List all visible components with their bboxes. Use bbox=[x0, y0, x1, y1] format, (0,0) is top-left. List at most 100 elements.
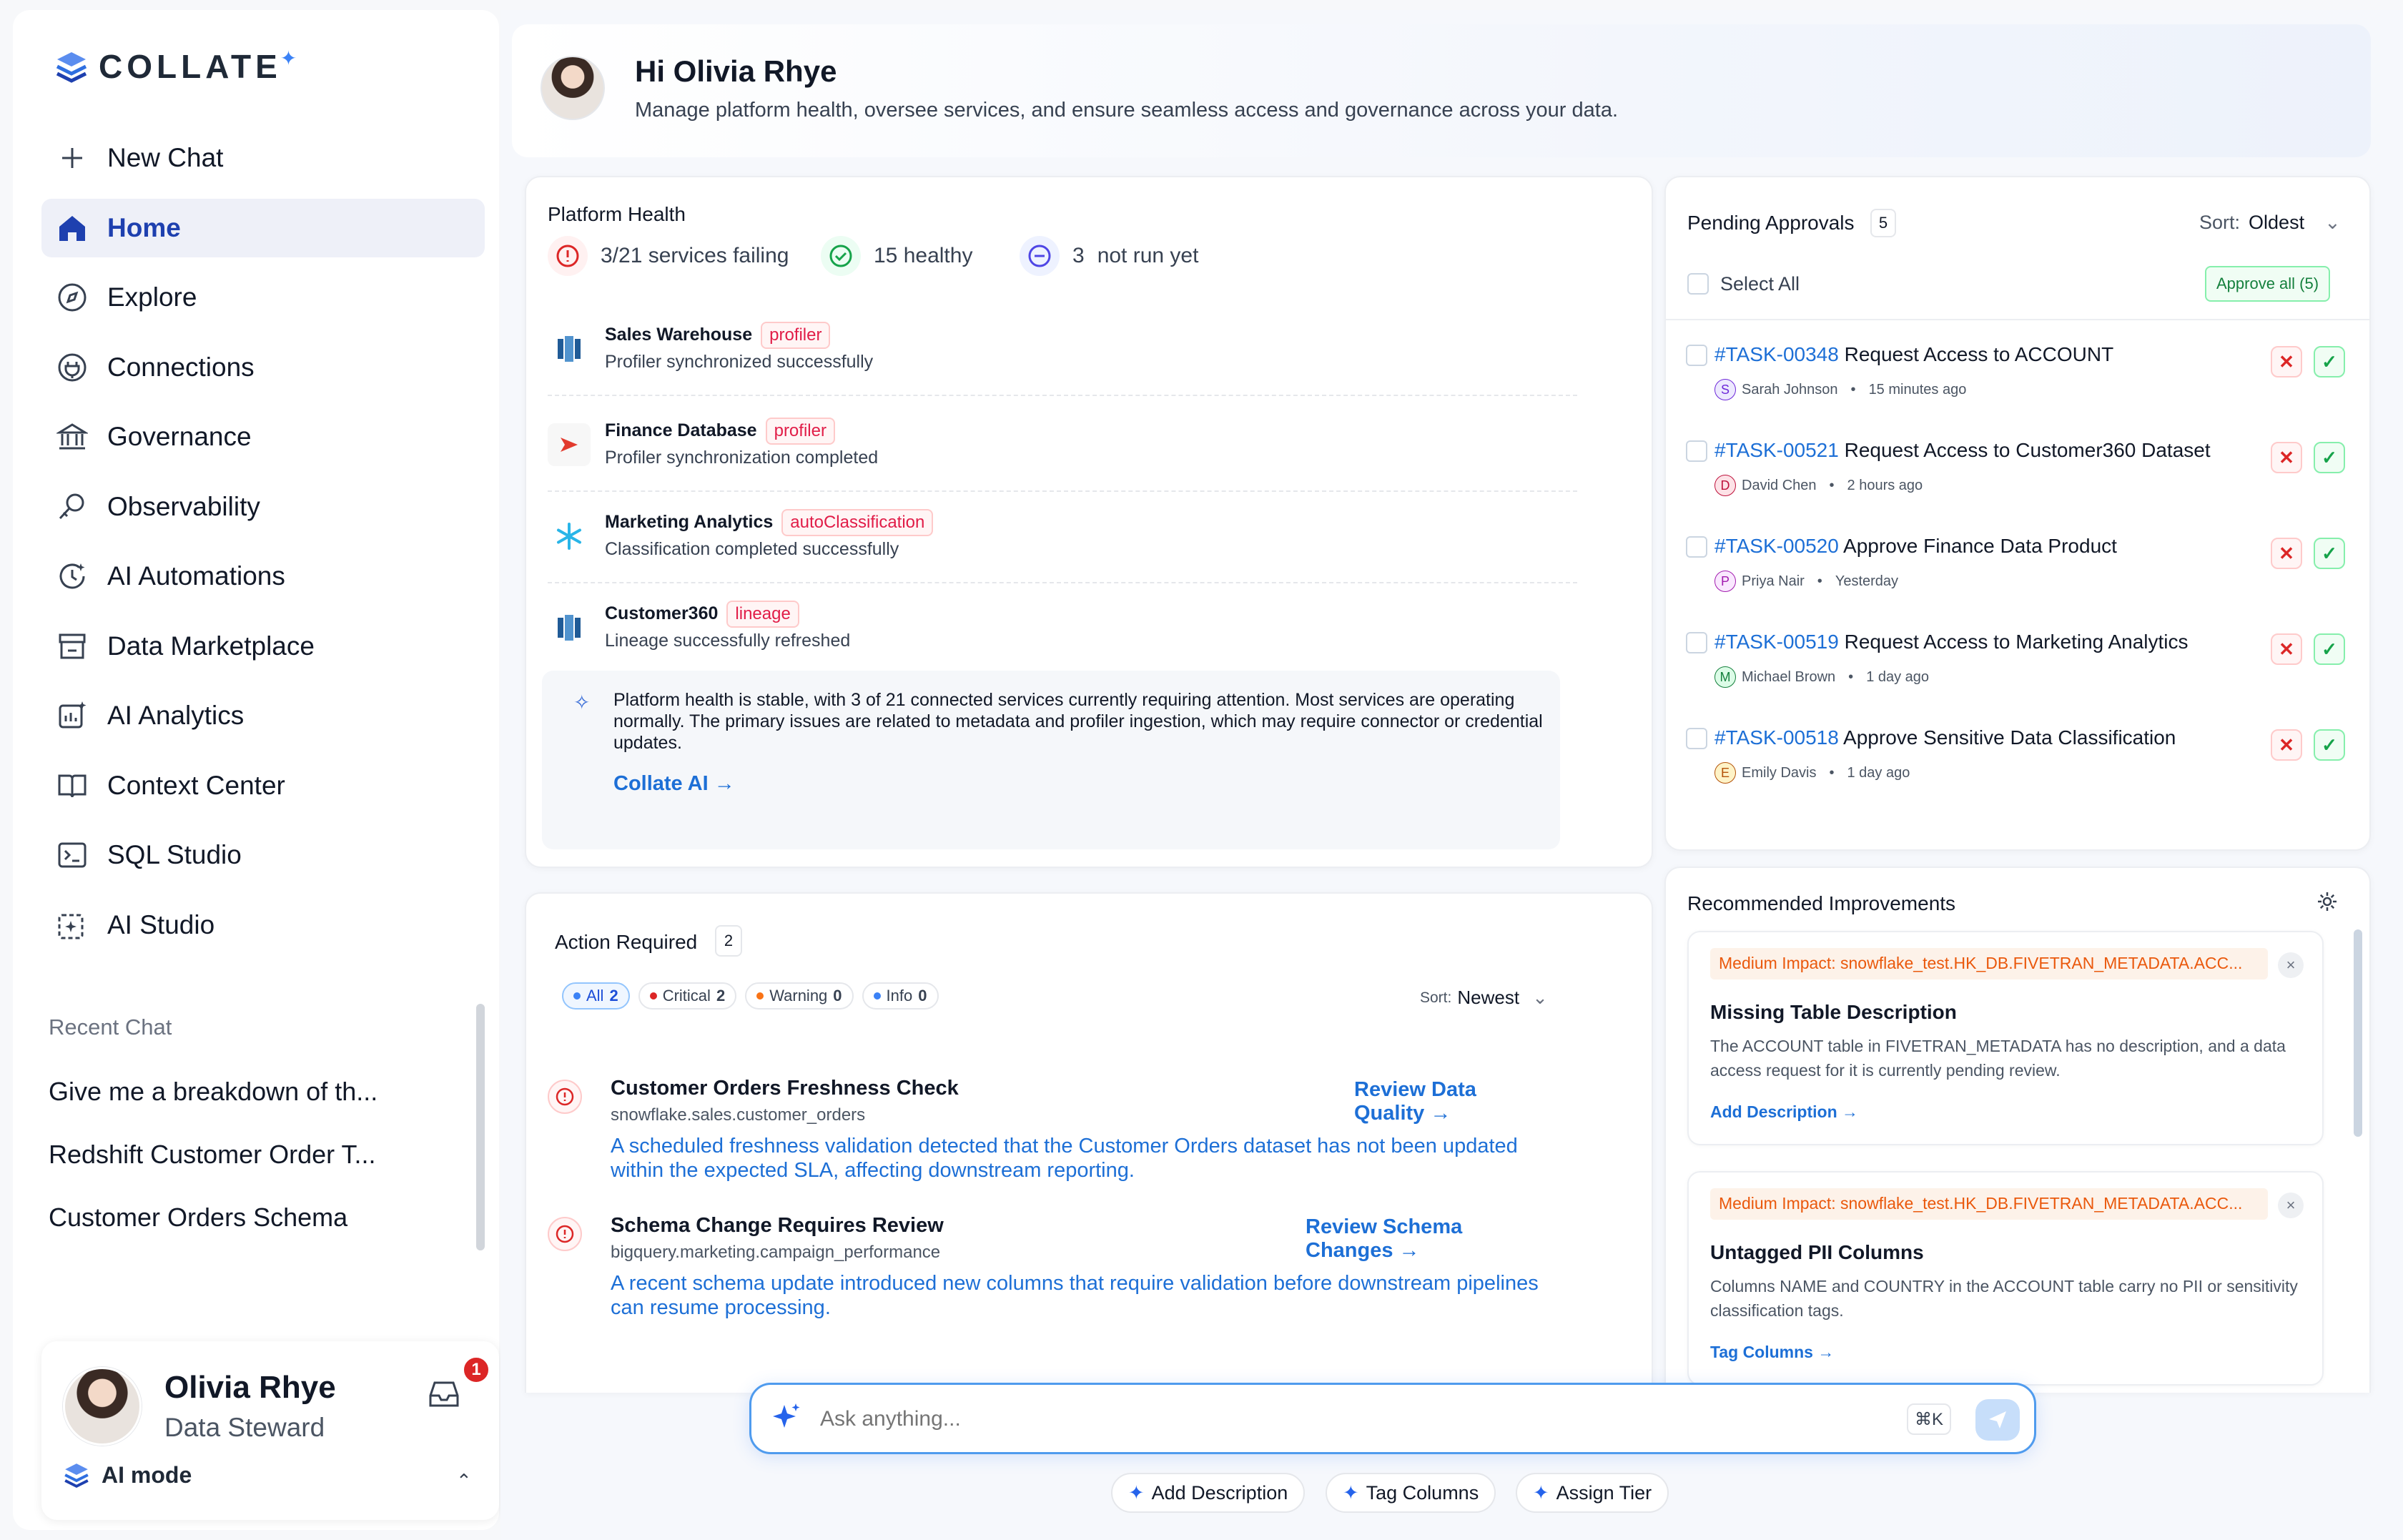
panel-scrollbar[interactable] bbox=[2354, 929, 2362, 1137]
row-checkbox[interactable] bbox=[1686, 345, 1707, 366]
quick-action-tag-columns[interactable]: ✦ Tag Columns bbox=[1326, 1473, 1496, 1513]
ai-mode-toggle[interactable]: AI mode bbox=[63, 1461, 192, 1489]
platform-health-card: Platform Health 3/21 services failing 15… bbox=[525, 176, 1653, 868]
service-row[interactable]: Marketing Analytics autoClassification Cl… bbox=[548, 505, 1577, 583]
row-checkbox[interactable] bbox=[1686, 536, 1707, 558]
requester-name: Priya Nair bbox=[1742, 573, 1805, 589]
approve-button[interactable]: ✓ bbox=[2314, 538, 2345, 569]
avatar[interactable] bbox=[63, 1367, 142, 1446]
chevron-down-icon: ⌄ bbox=[1532, 987, 1548, 1008]
sidebar-item-data-marketplace[interactable]: Data Marketplace bbox=[41, 617, 485, 676]
task-id-link[interactable]: #TASK-00348 bbox=[1714, 343, 1839, 365]
approve-button[interactable]: ✓ bbox=[2314, 633, 2345, 665]
approval-row[interactable]: #TASK-00521 Request Access to Customer36… bbox=[1686, 439, 2345, 532]
approve-button[interactable]: ✓ bbox=[2314, 729, 2345, 761]
quick-action-assign-tier[interactable]: ✦ Assign Tier bbox=[1516, 1473, 1669, 1513]
not-run-stat[interactable]: 3 not run yet bbox=[1020, 236, 1198, 276]
sidebar-item-ai-analytics[interactable]: AI Analytics bbox=[41, 686, 485, 745]
sidebar-item-observability[interactable]: Observability bbox=[41, 478, 485, 536]
compass-icon bbox=[56, 281, 89, 314]
service-row[interactable]: Customer360 lineage Lineage successfully … bbox=[548, 596, 1577, 675]
row-checkbox[interactable] bbox=[1686, 728, 1707, 749]
sidebar-item-explore[interactable]: Explore bbox=[41, 268, 485, 327]
recent-chat-item[interactable]: Customer Orders Schema bbox=[49, 1203, 449, 1233]
task-id-link[interactable]: #TASK-00520 bbox=[1714, 535, 1839, 557]
sidebar-item-context-center[interactable]: Context Center bbox=[41, 756, 485, 815]
new-chat-button[interactable]: New Chat bbox=[41, 129, 485, 187]
requester-name: Michael Brown bbox=[1742, 668, 1836, 685]
inbox-icon[interactable] bbox=[426, 1378, 462, 1410]
separator-dot: • bbox=[1829, 477, 1835, 493]
service-name: Sales Warehouse profiler bbox=[605, 322, 831, 349]
sidebar-item-ai-studio[interactable]: AI Studio bbox=[41, 896, 485, 954]
approval-title: #TASK-00348 Request Access to ACCOUNT bbox=[1714, 343, 2114, 365]
sidebar-item-ai-automations[interactable]: AI Automations bbox=[41, 547, 485, 606]
select-all-checkbox[interactable] bbox=[1687, 273, 1709, 295]
sparkle-icon: ✦ bbox=[1533, 1481, 1549, 1504]
collate-logo-icon bbox=[56, 52, 87, 83]
filter-critical[interactable]: Critical 2 bbox=[638, 982, 737, 1010]
approve-button[interactable]: ✓ bbox=[2314, 346, 2345, 377]
service-row[interactable]: Finance Database profiler Profiler synchr… bbox=[548, 413, 1577, 492]
sidebar-item-label: Explore bbox=[107, 282, 197, 312]
filter-warning[interactable]: Warning 0 bbox=[745, 982, 854, 1010]
approval-row[interactable]: #TASK-00520 Approve Finance Data Product… bbox=[1686, 535, 2345, 628]
impact-badge: Medium Impact: snowflake_test.HK_DB.FIVE… bbox=[1710, 948, 2268, 979]
sidebar-item-sql-studio[interactable]: SQL Studio bbox=[41, 826, 485, 884]
task-id-link[interactable]: #TASK-00518 bbox=[1714, 726, 1839, 749]
sidebar-scrollbar[interactable] bbox=[476, 1004, 485, 1250]
request-time: 2 hours ago bbox=[1847, 477, 1923, 493]
reject-button[interactable]: ✕ bbox=[2271, 346, 2302, 377]
tag-columns-link[interactable]: Tag Columns → bbox=[1710, 1343, 1834, 1362]
reject-button[interactable]: ✕ bbox=[2271, 729, 2302, 761]
failing-stat[interactable]: 3/21 services failing bbox=[548, 236, 789, 276]
send-button[interactable] bbox=[1975, 1399, 2020, 1441]
sort-dropdown[interactable]: Sort: Oldest ⌄ bbox=[2199, 212, 2341, 234]
sparkle-icon: ✦ bbox=[1343, 1481, 1359, 1504]
approve-all-button[interactable]: Approve all (5) bbox=[2205, 266, 2331, 302]
separator-dot: • bbox=[1817, 573, 1822, 589]
gear-icon[interactable] bbox=[2315, 889, 2339, 917]
healthy-label: 15 healthy bbox=[874, 244, 973, 267]
filter-info[interactable]: Info 0 bbox=[862, 982, 939, 1010]
dot-icon bbox=[756, 992, 764, 999]
avatar: D bbox=[1714, 475, 1736, 496]
ask-input[interactable] bbox=[820, 1407, 1821, 1431]
sidebar-item-label: Connections bbox=[107, 352, 255, 382]
review-schema-changes-link[interactable]: Review Schema Changes → bbox=[1306, 1215, 1549, 1263]
row-checkbox[interactable] bbox=[1686, 632, 1707, 653]
sidebar-item-connections[interactable]: Connections bbox=[41, 338, 485, 397]
approval-row[interactable]: #TASK-00348 Request Access to ACCOUNT S Sa… bbox=[1686, 343, 2345, 436]
task-id-link[interactable]: #TASK-00519 bbox=[1714, 631, 1839, 653]
approval-row[interactable]: #TASK-00518 Approve Sensitive Data Class… bbox=[1686, 726, 2345, 819]
filter-all[interactable]: All 2 bbox=[562, 982, 630, 1010]
approval-row[interactable]: #TASK-00519 Request Access to Marketing … bbox=[1686, 631, 2345, 724]
recent-chat-item[interactable]: Give me a breakdown of th... bbox=[49, 1077, 449, 1107]
collate-ai-link[interactable]: Collate AI → bbox=[613, 772, 735, 796]
close-icon[interactable]: × bbox=[2278, 1193, 2304, 1218]
chevron-up-icon[interactable]: ⌃ bbox=[456, 1470, 472, 1492]
close-icon[interactable]: × bbox=[2278, 952, 2304, 978]
service-row[interactable]: Sales Warehouse profiler Profiler synchro… bbox=[548, 317, 1577, 396]
collate-logo[interactable]: COLLATE ✦ bbox=[54, 47, 297, 86]
reject-button[interactable]: ✕ bbox=[2271, 633, 2302, 665]
avatar: S bbox=[1714, 379, 1736, 400]
review-data-quality-link[interactable]: Review Data Quality → bbox=[1354, 1078, 1549, 1125]
sidebar-item-governance[interactable]: Governance bbox=[41, 408, 485, 466]
reject-button[interactable]: ✕ bbox=[2271, 538, 2302, 569]
ai-studio-icon bbox=[56, 909, 89, 942]
home-icon bbox=[56, 212, 89, 245]
add-description-link[interactable]: Add Description → bbox=[1710, 1102, 1858, 1122]
approve-button[interactable]: ✓ bbox=[2314, 442, 2345, 473]
service-message: Lineage successfully refreshed bbox=[605, 631, 851, 651]
recent-chat-item[interactable]: Redshift Customer Order T... bbox=[49, 1140, 449, 1170]
row-checkbox[interactable] bbox=[1686, 440, 1707, 462]
sidebar-item-home[interactable]: Home bbox=[41, 198, 485, 257]
recommendation-description: The ACCOUNT table in FIVETRAN_METADATA h… bbox=[1710, 1037, 2286, 1080]
healthy-stat[interactable]: 15 healthy bbox=[821, 236, 972, 276]
task-id-link[interactable]: #TASK-00521 bbox=[1714, 439, 1839, 461]
quick-action-add-description[interactable]: ✦ Add Description bbox=[1111, 1473, 1306, 1513]
reject-button[interactable]: ✕ bbox=[2271, 442, 2302, 473]
request-time: Yesterday bbox=[1835, 573, 1899, 589]
sort-dropdown[interactable]: Sort: Newest ⌄ bbox=[1420, 987, 1548, 1009]
